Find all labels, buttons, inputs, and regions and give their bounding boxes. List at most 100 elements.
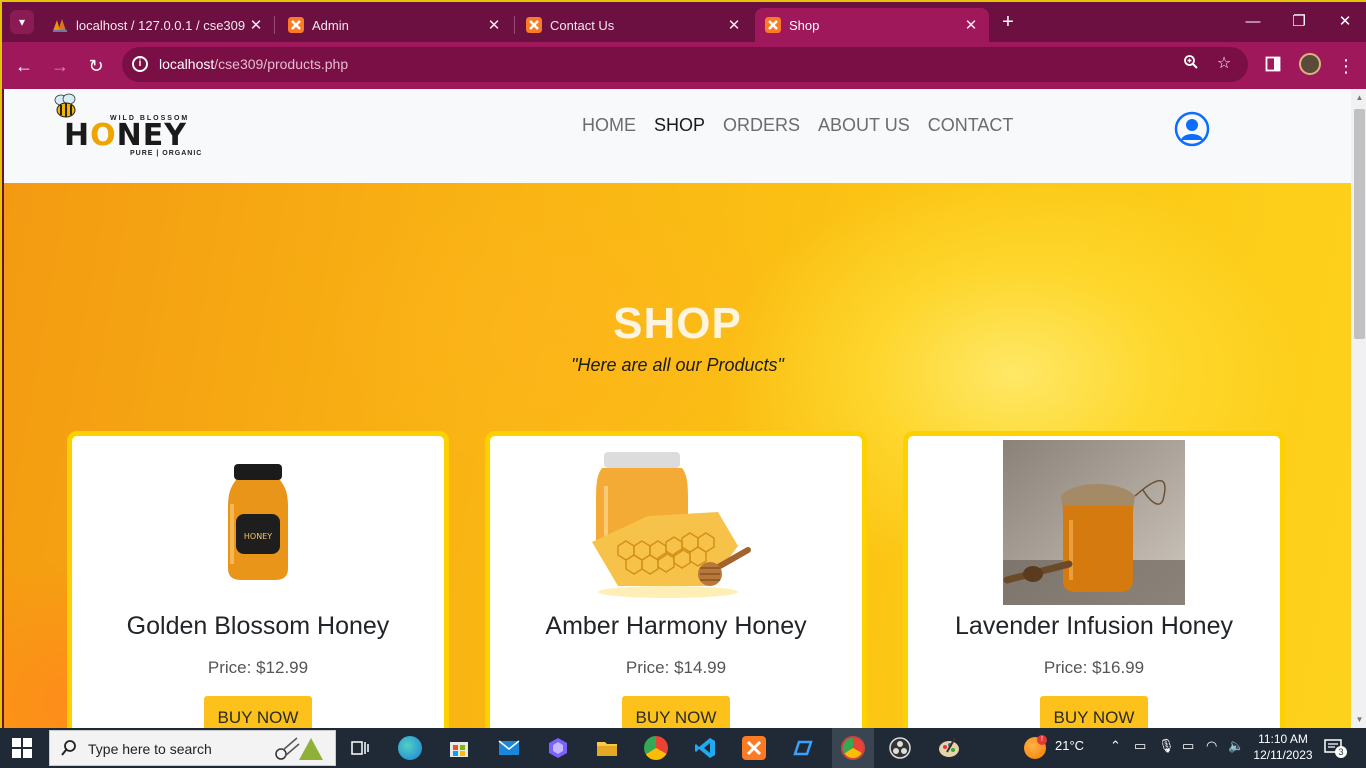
tab-separator (274, 16, 275, 34)
nav-shop[interactable]: SHOP (654, 115, 705, 136)
notification-count: 3 (1335, 746, 1347, 758)
meet-now-icon[interactable]: ▭ (1134, 738, 1146, 754)
side-panel-icon[interactable] (1261, 54, 1285, 78)
tab-shop[interactable]: Shop ✕ (755, 8, 989, 42)
xampp-icon (288, 17, 304, 33)
minimize-button[interactable]: — (1238, 10, 1268, 34)
search-placeholder: Type here to search (88, 741, 212, 757)
svg-text:HONEY: HONEY (244, 532, 272, 541)
copilot-icon[interactable] (546, 736, 570, 760)
xampp-icon (765, 17, 781, 33)
search-highlight-icon (275, 737, 323, 760)
reload-button[interactable]: ↻ (84, 54, 108, 78)
main-nav: HOME SHOP ORDERS ABOUT US CONTACT (582, 115, 1013, 136)
product-card: Lavender Infusion Honey Price: $16.99 BU… (903, 431, 1285, 730)
close-icon[interactable]: ✕ (248, 16, 264, 34)
scroll-up-icon[interactable]: ▲ (1354, 93, 1365, 103)
new-tab-button[interactable]: + (998, 11, 1018, 33)
forward-button[interactable]: → (48, 54, 72, 78)
url-path: /cse309/products.php (214, 56, 349, 72)
weather-alert-badge: ! (1037, 735, 1047, 745)
tab-title: Admin (312, 17, 349, 33)
mail-icon[interactable] (497, 736, 521, 760)
tab-search-button[interactable]: ▾ (10, 10, 34, 34)
taskbar: Type here to search ! 21°C ⌃ ▭ 🎙 ▭ ◠ 🔈 1… (0, 728, 1366, 768)
product-name: Amber Harmony Honey (545, 612, 807, 640)
chrome-active-icon[interactable] (832, 728, 874, 768)
search-icon (61, 740, 76, 756)
menu-kebab-icon[interactable]: ⋮ (1334, 54, 1358, 78)
wifi-icon[interactable]: ◠ (1206, 738, 1217, 754)
browser-window: ▾ localhost / 127.0.0.1 / cse309 / ✕ Adm… (0, 0, 1366, 768)
buy-now-button[interactable]: BUY NOW (622, 696, 730, 730)
buy-now-button[interactable]: BUY NOW (1040, 696, 1148, 730)
notification-icon[interactable]: 3 (1324, 738, 1347, 758)
logo-bottom-text: PURE | ORGANIC (130, 150, 203, 157)
page-title: SHOP (613, 299, 742, 348)
url-host: localhost (159, 56, 215, 72)
nav-contact[interactable]: CONTACT (928, 115, 1014, 136)
close-icon[interactable]: ✕ (963, 16, 979, 34)
site-header: WILD BLOSSOM HONEY PURE | ORGANIC HOME S… (4, 89, 1351, 183)
chrome-icon[interactable] (644, 736, 668, 760)
product-card: HONEY Golden Blossom Honey Price: $12.99… (67, 431, 449, 730)
close-icon[interactable]: ✕ (726, 16, 742, 34)
restore-button[interactable]: ❐ (1284, 10, 1314, 34)
microphone-icon[interactable]: 🎙 (1158, 738, 1175, 754)
zoom-icon[interactable] (1181, 54, 1201, 74)
product-price: Price: $12.99 (207, 658, 309, 677)
battery-icon[interactable]: ▭ (1182, 738, 1194, 754)
store-icon[interactable] (447, 736, 471, 760)
logo-main-text: HONEY (64, 118, 187, 153)
product-card: Amber Harmony Honey Price: $14.99 BUY NO… (485, 431, 867, 730)
page-viewport: WILD BLOSSOM HONEY PURE | ORGANIC HOME S… (4, 89, 1366, 730)
edge-icon[interactable] (398, 736, 422, 760)
user-account-icon[interactable] (1174, 111, 1210, 147)
product-price: Price: $14.99 (625, 658, 727, 677)
scrollbar-thumb[interactable] (1354, 109, 1365, 339)
close-window-button[interactable]: ✕ (1330, 10, 1360, 34)
chevron-up-icon[interactable]: ⌃ (1110, 738, 1121, 754)
tab-phpmyadmin[interactable]: localhost / 127.0.0.1 / cse309 / ✕ (42, 8, 274, 42)
taskbar-search[interactable]: Type here to search (49, 730, 336, 766)
tab-strip: ▾ localhost / 127.0.0.1 / cse309 / ✕ Adm… (2, 2, 1366, 42)
tab-title: localhost / 127.0.0.1 / cse309 / (76, 17, 248, 33)
taskbar-clock[interactable]: 11:10 AM 12/11/2023 (1250, 731, 1316, 763)
back-button[interactable]: ← (12, 54, 36, 78)
tab-title: Contact Us (550, 17, 615, 33)
vscode-icon[interactable] (693, 736, 717, 760)
page-scrollbar[interactable]: ▲ ▼ (1351, 89, 1366, 730)
tab-contact-us[interactable]: Contact Us ✕ (516, 8, 752, 42)
file-explorer-icon[interactable] (595, 736, 619, 760)
nav-about-us[interactable]: ABOUT US (818, 115, 910, 136)
xampp-icon (526, 17, 542, 33)
site-logo[interactable]: WILD BLOSSOM HONEY PURE | ORGANIC (52, 93, 222, 157)
address-bar[interactable]: i localhost/cse309/products.php ☆ (122, 47, 1248, 82)
xampp-taskbar-icon[interactable] (742, 736, 766, 760)
clock-date: 12/11/2023 (1253, 748, 1313, 762)
tab-admin[interactable]: Admin ✕ (278, 8, 512, 42)
buy-now-button[interactable]: BUY NOW (204, 696, 312, 730)
nav-home[interactable]: HOME (582, 115, 636, 136)
page-subtitle: "Here are all our Products" (571, 355, 784, 375)
nav-orders[interactable]: ORDERS (723, 115, 800, 136)
bee-icon (54, 93, 76, 118)
bookmark-star-icon[interactable]: ☆ (1214, 54, 1234, 74)
site-info-icon[interactable]: i (132, 56, 148, 72)
scroll-down-icon[interactable]: ▼ (1354, 715, 1365, 725)
product-image (592, 452, 751, 598)
paint-icon[interactable] (937, 736, 961, 760)
windows-start-icon[interactable] (12, 738, 32, 758)
weather-temp[interactable]: 21°C (1055, 738, 1084, 753)
product-name: Golden Blossom Honey (126, 612, 390, 640)
volume-icon[interactable]: 🔈 (1228, 738, 1244, 754)
task-view-icon[interactable] (348, 736, 372, 760)
obs-icon[interactable] (888, 736, 912, 760)
app-icon[interactable] (791, 736, 815, 760)
tab-separator (514, 16, 515, 34)
product-name: Lavender Infusion Honey (955, 612, 1233, 640)
product-image (1003, 440, 1185, 605)
profile-avatar[interactable] (1299, 53, 1321, 75)
url-text[interactable]: localhost/cse309/products.php (159, 56, 348, 72)
close-icon[interactable]: ✕ (486, 16, 502, 34)
